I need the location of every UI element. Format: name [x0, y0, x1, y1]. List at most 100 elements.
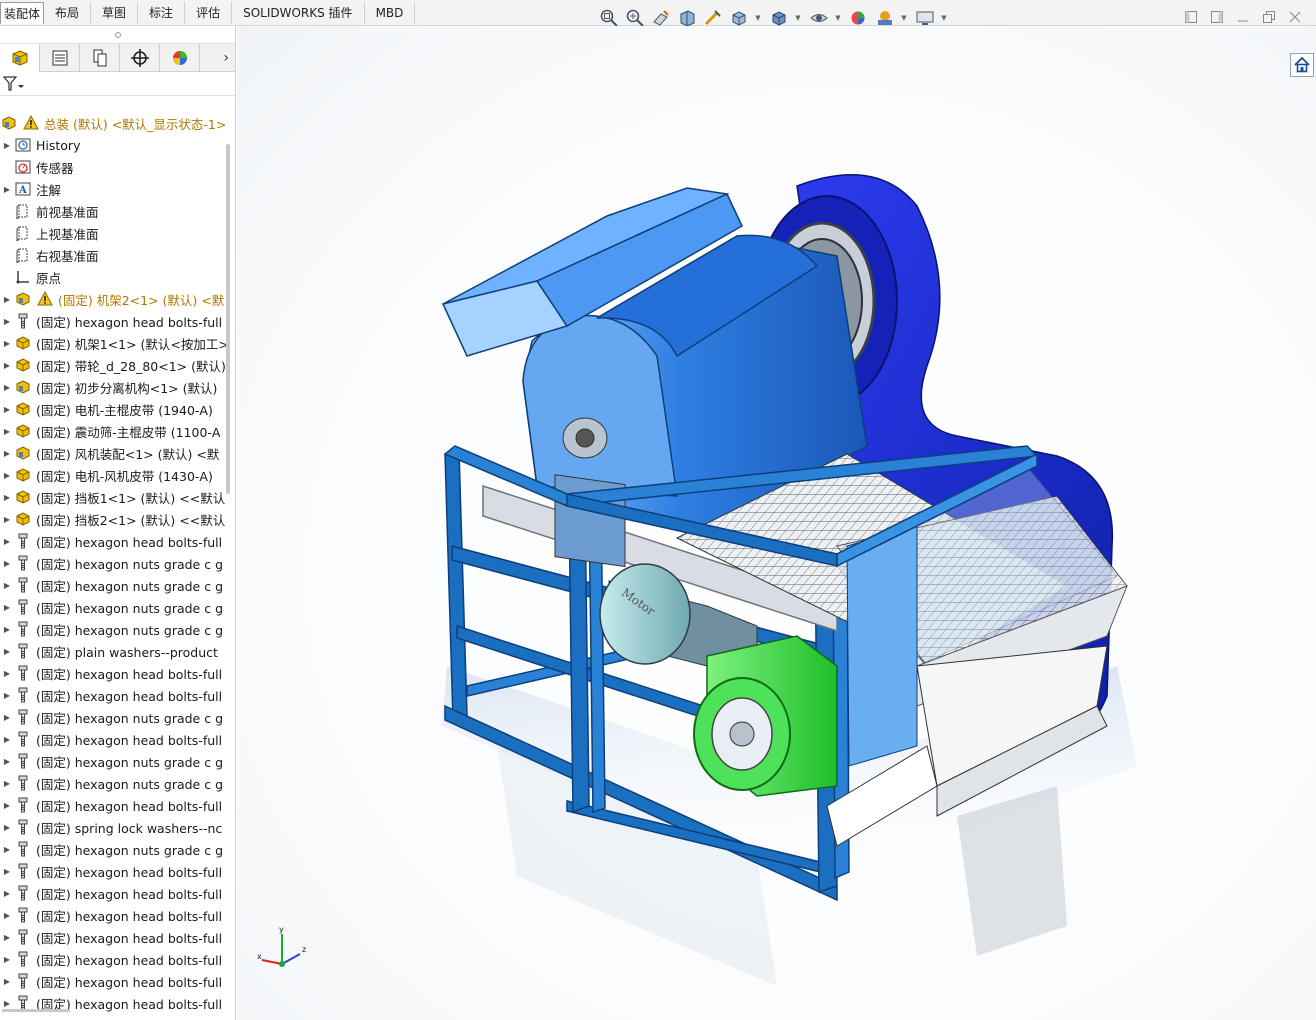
- expand-arrow-icon[interactable]: ▶: [0, 691, 14, 700]
- tree-item[interactable]: ▶ (固定) 风机装配<1> (默认) <默: [0, 442, 228, 464]
- expand-arrow-icon[interactable]: ▶: [0, 713, 14, 722]
- tree-item[interactable]: ▶ (固定) hexagon nuts grade c g: [0, 552, 228, 574]
- tree-item[interactable]: ▶ (固定) spring lock washers--nc: [0, 816, 228, 838]
- tree-item[interactable]: ▶ (固定) 震动筛-主棍皮带 (1100-A: [0, 420, 228, 442]
- tree-item[interactable]: ▶ (固定) 挡板2<1> (默认) <<默认: [0, 508, 228, 530]
- tree-item[interactable]: 前视基准面: [0, 200, 228, 222]
- tree-item[interactable]: ▶ (固定) hexagon nuts grade c g: [0, 750, 228, 772]
- tile-right-icon[interactable]: [1204, 6, 1230, 28]
- tree-item[interactable]: 传感器: [0, 156, 228, 178]
- tree-item[interactable]: ▶ (固定) hexagon head bolts-full: [0, 882, 228, 904]
- tree-item[interactable]: ▶ (固定) 电机-主棍皮带 (1940-A): [0, 398, 228, 420]
- tile-left-icon[interactable]: [1178, 6, 1204, 28]
- tab-solidworks-addins[interactable]: SOLIDWORKS 插件: [232, 2, 365, 24]
- minimize-icon[interactable]: [1230, 6, 1256, 28]
- tree-item[interactable]: ▶ (固定) hexagon nuts grade c g: [0, 706, 228, 728]
- expand-arrow-icon[interactable]: ▶: [0, 911, 14, 920]
- graphics-area[interactable]: Motor y x z: [237, 26, 1316, 1020]
- tree-item[interactable]: ▶ (固定) hexagon head bolts-full: [0, 860, 228, 882]
- tab-mbd[interactable]: MBD: [364, 2, 416, 24]
- expand-arrow-icon[interactable]: ▶: [0, 823, 14, 832]
- configurationmanager-tab[interactable]: [80, 44, 120, 72]
- more-tabs-icon[interactable]: ›: [200, 44, 235, 71]
- panel-collapse-handle[interactable]: [0, 26, 235, 44]
- expand-arrow-icon[interactable]: ▶: [0, 449, 14, 458]
- tab-evaluate[interactable]: 评估: [185, 2, 233, 24]
- tree-item[interactable]: ▶ (固定) 机架1<1> (默认<按加工>: [0, 332, 228, 354]
- expand-arrow-icon[interactable]: ▶: [0, 647, 14, 656]
- tree-item[interactable]: ▶ (固定) plain washers--product: [0, 640, 228, 662]
- expand-arrow-icon[interactable]: ▶: [0, 295, 14, 304]
- expand-arrow-icon[interactable]: ▶: [0, 933, 14, 942]
- expand-arrow-icon[interactable]: ▶: [0, 185, 14, 194]
- close-icon[interactable]: [1282, 6, 1308, 28]
- expand-arrow-icon[interactable]: ▶: [0, 515, 14, 524]
- expand-arrow-icon[interactable]: ▶: [0, 559, 14, 568]
- tree-item[interactable]: ▶ (固定) hexagon head bolts-full: [0, 948, 228, 970]
- dimxpert-tab[interactable]: [120, 44, 160, 72]
- expand-arrow-icon[interactable]: ▶: [0, 581, 14, 590]
- tree-item[interactable]: ▶ (固定) hexagon nuts grade c g: [0, 618, 228, 640]
- tree-item[interactable]: ▶ History: [0, 134, 228, 156]
- expand-arrow-icon[interactable]: ▶: [0, 603, 14, 612]
- expand-arrow-icon[interactable]: ▶: [0, 141, 14, 150]
- tree-item[interactable]: ▶ A 注解: [0, 178, 228, 200]
- expand-arrow-icon[interactable]: ▶: [0, 977, 14, 986]
- tree-item[interactable]: ▶ (固定) hexagon head bolts-full: [0, 970, 228, 992]
- expand-arrow-icon[interactable]: ▶: [0, 493, 14, 502]
- expand-arrow-icon[interactable]: ▶: [0, 889, 14, 898]
- expand-arrow-icon[interactable]: ▶: [0, 339, 14, 348]
- tab-layout[interactable]: 布局: [44, 2, 92, 24]
- expand-arrow-icon[interactable]: ▶: [0, 317, 14, 326]
- tree-item[interactable]: ▶ (固定) 带轮_d_28_80<1> (默认): [0, 354, 228, 376]
- tab-markup[interactable]: 标注: [138, 2, 186, 24]
- tree-item[interactable]: ▶ (固定) hexagon head bolts-full: [0, 728, 228, 750]
- expand-arrow-icon[interactable]: ▶: [0, 779, 14, 788]
- tree-item[interactable]: ▶ (固定) hexagon nuts grade c g: [0, 838, 228, 860]
- tree-item[interactable]: ▶ (固定) 挡板1<1> (默认) <<默认: [0, 486, 228, 508]
- propertymanager-tab[interactable]: [40, 44, 80, 72]
- assembly-3d-model[interactable]: Motor: [237, 26, 1316, 1020]
- tree-root-assembly[interactable]: 总装 (默认) <默认_显示状态-1>: [0, 112, 228, 134]
- expand-arrow-icon[interactable]: ▶: [0, 361, 14, 370]
- expand-arrow-icon[interactable]: ▶: [0, 867, 14, 876]
- tree-item[interactable]: ▶ (固定) 机架2<1> (默认) <默: [0, 288, 228, 310]
- tree-item[interactable]: ▶ (固定) hexagon nuts grade c g: [0, 596, 228, 618]
- tree-item[interactable]: ▶ (固定) hexagon nuts grade c g: [0, 574, 228, 596]
- tree-item[interactable]: ▶ (固定) hexagon head bolts-full: [0, 662, 228, 684]
- tree-item[interactable]: ▶ (固定) hexagon head bolts-full: [0, 904, 228, 926]
- expand-arrow-icon[interactable]: ▶: [0, 845, 14, 854]
- expand-arrow-icon[interactable]: ▶: [0, 669, 14, 678]
- expand-arrow-icon[interactable]: ▶: [0, 801, 14, 810]
- tree-item[interactable]: ▶ (固定) hexagon head bolts-full: [0, 310, 228, 332]
- expand-arrow-icon[interactable]: ▶: [0, 735, 14, 744]
- home-view-icon[interactable]: [1290, 53, 1314, 77]
- expand-arrow-icon[interactable]: ▶: [0, 625, 14, 634]
- expand-arrow-icon[interactable]: ▶: [0, 405, 14, 414]
- tree-item[interactable]: ▶ (固定) hexagon head bolts-full: [0, 684, 228, 706]
- tree-item[interactable]: ▶ (固定) hexagon head bolts-full: [0, 530, 228, 552]
- expand-arrow-icon[interactable]: ▶: [0, 999, 14, 1008]
- tree-item[interactable]: 上视基准面: [0, 222, 228, 244]
- tree-horizontal-scrollbar[interactable]: [2, 1009, 70, 1012]
- expand-arrow-icon[interactable]: ▶: [0, 757, 14, 766]
- tree-vertical-scrollbar[interactable]: [226, 144, 230, 494]
- expand-arrow-icon[interactable]: ▶: [0, 383, 14, 392]
- tree-item[interactable]: ▶ (固定) 电机-风机皮带 (1430-A): [0, 464, 228, 486]
- expand-arrow-icon[interactable]: ▶: [0, 427, 14, 436]
- tree-item[interactable]: 原点: [0, 266, 228, 288]
- restore-icon[interactable]: [1256, 6, 1282, 28]
- tree-item[interactable]: ▶ (固定) hexagon nuts grade c g: [0, 772, 228, 794]
- expand-arrow-icon[interactable]: ▶: [0, 955, 14, 964]
- tab-sketch[interactable]: 草图: [91, 2, 139, 24]
- tree-item[interactable]: 右视基准面: [0, 244, 228, 266]
- featuremanager-tab[interactable]: [0, 44, 40, 72]
- tree-item[interactable]: ▶ (固定) hexagon head bolts-full: [0, 794, 228, 816]
- tree-item[interactable]: ▶ (固定) hexagon head bolts-full: [0, 926, 228, 948]
- tree-filter[interactable]: [0, 72, 235, 96]
- expand-arrow-icon[interactable]: ▶: [0, 471, 14, 480]
- tab-assembly[interactable]: 装配体: [0, 2, 45, 24]
- expand-arrow-icon[interactable]: ▶: [0, 537, 14, 546]
- displaymanager-tab[interactable]: [160, 44, 200, 72]
- tree-item[interactable]: ▶ (固定) 初步分离机构<1> (默认): [0, 376, 228, 398]
